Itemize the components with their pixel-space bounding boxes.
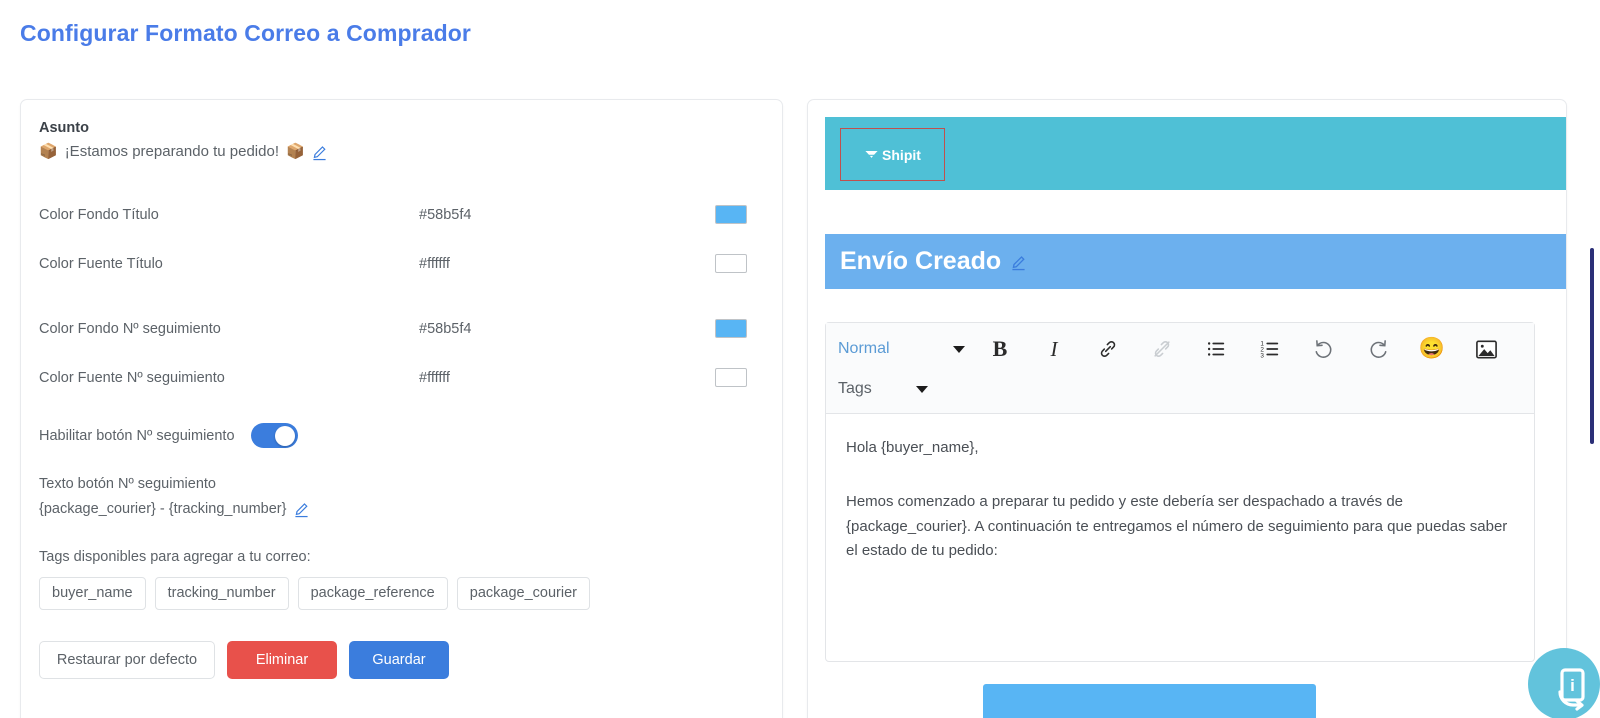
editor-toolbar-row-2: Tags [838, 369, 1522, 409]
package-emoji-right: 📦 [286, 143, 305, 160]
italic-icon[interactable]: I [1027, 332, 1081, 366]
shipit-funnel-icon [864, 147, 879, 162]
app-page: Configurar Formato Correo a Comprador As… [0, 0, 1600, 718]
color-swatch-title-font[interactable] [715, 254, 747, 273]
tags-select[interactable]: Tags [838, 380, 973, 398]
page-scrollbar-track[interactable] [1586, 0, 1600, 718]
color-swatch-tracking-background[interactable] [715, 319, 747, 338]
redo-icon[interactable] [1351, 332, 1405, 366]
svg-text:i: i [1570, 676, 1575, 695]
preview-tracking-cta-button[interactable] [983, 684, 1316, 718]
chevron-down-icon [953, 345, 965, 353]
svg-text:3: 3 [1260, 352, 1264, 359]
tags-select-value: Tags [838, 380, 872, 397]
link-icon[interactable] [1081, 332, 1135, 366]
color-row-label: Color Fondo Nº seguimiento [39, 320, 221, 337]
unlink-icon[interactable] [1135, 332, 1189, 366]
enable-tracking-button-label: Habilitar botón Nº seguimiento [39, 427, 235, 444]
preview-title-edit-pencil-icon[interactable] [1011, 255, 1026, 271]
page-scrollbar-thumb[interactable] [1590, 248, 1594, 444]
format-select[interactable]: Normal [838, 340, 973, 358]
help-device-icon: i [1558, 668, 1585, 711]
settings-footer-actions: Restaurar por defecto Eliminar Guardar [39, 641, 764, 679]
color-row-value: #58b5f4 [419, 206, 472, 223]
tag-chip-tracking-number[interactable]: tracking_number [154, 577, 289, 610]
color-swatch-tracking-font[interactable] [715, 368, 747, 387]
editor-paragraph-greeting: Hola {buyer_name}, [846, 439, 979, 456]
color-row-tracking-font: Color Fuente Nº seguimiento #ffffff [39, 353, 764, 402]
tracking-button-text-block: Texto botón Nº seguimiento {package_cour… [39, 476, 764, 518]
delete-button[interactable]: Eliminar [227, 641, 337, 679]
available-tags-list: buyer_name tracking_number package_refer… [39, 577, 764, 610]
preview-brand-logo-chip[interactable]: Shipit [840, 128, 945, 181]
tag-chip-package-reference[interactable]: package_reference [297, 577, 448, 610]
color-swatch-title-background[interactable] [715, 205, 747, 224]
tracking-button-text-edit-pencil-icon[interactable] [294, 502, 309, 518]
color-row-value: #ffffff [419, 255, 450, 272]
email-preview-card: Shipit Envío Creado Normal B I 1 2 3 😄 T… [807, 99, 1567, 718]
image-icon[interactable] [1459, 332, 1513, 366]
restore-defaults-button[interactable]: Restaurar por defecto [39, 641, 215, 679]
color-row-value: #ffffff [419, 369, 450, 386]
subject-label: Asunto [39, 120, 89, 136]
bold-icon[interactable]: B [973, 332, 1027, 366]
subject-edit-pencil-icon[interactable] [312, 145, 327, 161]
subject-row: 📦 ¡Estamos preparando tu pedido! 📦 [39, 143, 764, 160]
rich-text-editor: Normal B I 123 😄 Tags Hola {buyer_name},… [825, 322, 1535, 662]
editor-paragraph-body: Hemos comenzado a preparar tu pedido y e… [846, 493, 1508, 559]
save-button[interactable]: Guardar [349, 641, 449, 679]
package-emoji-left: 📦 [39, 143, 58, 160]
help-widget-button[interactable]: i [1528, 648, 1600, 718]
settings-card-content: Asunto 📦 ¡Estamos preparando tu pedido! … [39, 120, 764, 679]
editor-toolbar-row-1: Normal B I 123 😄 [838, 329, 1522, 369]
chevron-down-icon [916, 385, 928, 393]
tag-chip-package-courier[interactable]: package_courier [456, 577, 590, 610]
tag-chip-buyer-name[interactable]: buyer_name [39, 577, 146, 610]
subject-value: ¡Estamos preparando tu pedido! [64, 143, 279, 160]
color-settings-list: Color Fondo Título #58b5f4 Color Fuente … [39, 190, 764, 402]
bullet-list-icon[interactable] [1189, 332, 1243, 366]
toggle-knob [274, 425, 295, 446]
color-row-label: Color Fuente Título [39, 255, 163, 272]
preview-brand-bar: Shipit [825, 117, 1566, 190]
emoji-icon[interactable]: 😄 [1405, 332, 1459, 366]
enable-tracking-button-row: Habilitar botón Nº seguimiento [39, 423, 764, 448]
settings-card: Asunto 📦 ¡Estamos preparando tu pedido! … [20, 99, 783, 718]
page-title: Configurar Formato Correo a Comprador [20, 20, 471, 46]
color-row-title-background: Color Fondo Título #58b5f4 [39, 190, 764, 239]
color-row-label: Color Fondo Título [39, 206, 159, 223]
numbered-list-icon[interactable]: 123 [1243, 332, 1297, 366]
editor-toolbar: Normal B I 123 😄 Tags [826, 323, 1534, 414]
tracking-button-text-label: Texto botón Nº seguimiento [39, 476, 216, 492]
tracking-button-text-value: {package_courier} - {tracking_number} [39, 501, 287, 517]
editor-content-area[interactable]: Hola {buyer_name}, Hemos comenzado a pre… [826, 414, 1534, 585]
color-row-tracking-background: Color Fondo Nº seguimiento #58b5f4 [39, 304, 764, 353]
available-tags-title: Tags disponibles para agregar a tu corre… [39, 549, 311, 565]
format-select-value: Normal [838, 340, 890, 357]
preview-title-bar: Envío Creado [825, 234, 1566, 289]
undo-icon[interactable] [1297, 332, 1351, 366]
color-row-label: Color Fuente Nº seguimiento [39, 369, 225, 386]
enable-tracking-button-toggle[interactable] [250, 423, 298, 448]
preview-title-text: Envío Creado [840, 247, 1002, 275]
preview-brand-name: Shipit [882, 146, 921, 163]
tracking-button-text-value-row: {package_courier} - {tracking_number} [39, 501, 764, 518]
color-row-title-font: Color Fuente Título #ffffff [39, 239, 764, 288]
color-row-value: #58b5f4 [419, 320, 472, 337]
